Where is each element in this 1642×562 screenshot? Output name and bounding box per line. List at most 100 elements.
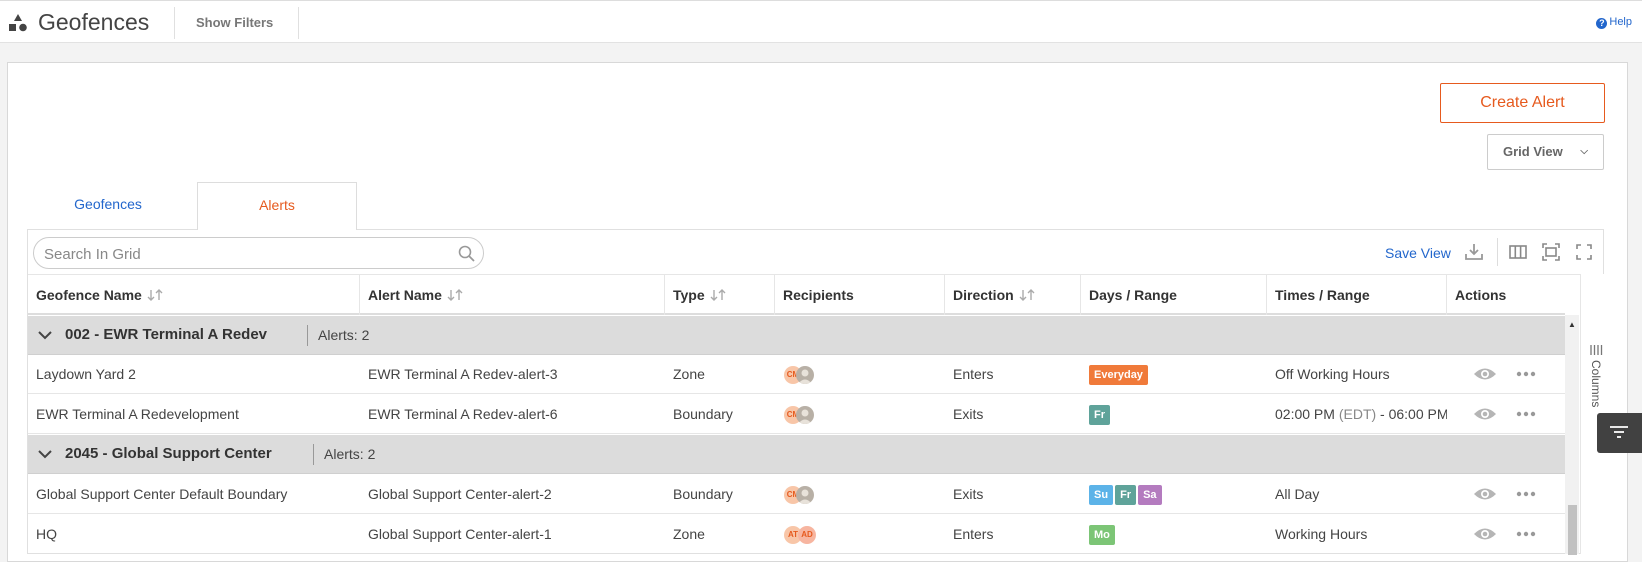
chevron-down-icon[interactable] xyxy=(37,327,53,343)
avatar-photo[interactable] xyxy=(796,486,814,504)
day-badge: Sa xyxy=(1138,485,1162,506)
col-direction[interactable]: Direction xyxy=(945,275,1081,315)
group-name: 002 - EWR Terminal A Redev xyxy=(65,326,268,343)
columns-label: Columns xyxy=(1589,360,1603,408)
cell-recipients: CM xyxy=(775,395,945,434)
divider xyxy=(307,325,308,346)
cell-alert: Global Support Center-alert-1 xyxy=(368,526,552,542)
more-options-icon[interactable] xyxy=(1514,365,1538,383)
time-range: Off Working Hours xyxy=(1275,366,1390,382)
time-end: - 06:00 PM xyxy=(1376,406,1447,422)
alerts-grid: Save View Geofence Name Alert Name Type … xyxy=(27,229,1604,554)
fullscreen-icon[interactable] xyxy=(1574,242,1594,262)
search-input[interactable] xyxy=(44,244,444,264)
more-options-icon[interactable] xyxy=(1514,525,1538,543)
grid-search[interactable] xyxy=(33,237,484,269)
tab-geofences[interactable]: Geofences xyxy=(28,182,188,230)
divider xyxy=(174,7,175,39)
download-icon[interactable] xyxy=(1464,242,1484,262)
cell-direction: Exits xyxy=(953,486,984,502)
time-range: All Day xyxy=(1275,486,1320,502)
cell-geofence: Global Support Center Default Boundary xyxy=(36,486,288,502)
avatar[interactable]: AD xyxy=(798,526,816,544)
col-label: Alert Name xyxy=(368,287,442,303)
chevron-down-icon[interactable] xyxy=(37,446,53,462)
col-label: Actions xyxy=(1455,287,1507,303)
view-icon[interactable] xyxy=(1473,365,1497,383)
fit-screen-icon[interactable] xyxy=(1541,242,1561,262)
cell-type: Boundary xyxy=(673,406,733,422)
cell-direction: Enters xyxy=(953,366,994,382)
more-options-icon[interactable] xyxy=(1514,485,1538,503)
col-label: Direction xyxy=(953,287,1014,303)
save-view-link[interactable]: Save View xyxy=(1385,245,1451,261)
cell-times: Off Working Hours xyxy=(1267,355,1447,394)
group-count: Alerts: 2 xyxy=(324,446,376,462)
filter-icon xyxy=(1610,426,1628,438)
col-times-range: Times / Range xyxy=(1267,275,1447,315)
grid-header: Geofence Name Alert Name Type Recipients… xyxy=(28,275,1565,315)
vertical-scrollbar[interactable]: ▲ xyxy=(1565,315,1579,555)
col-recipients: Recipients xyxy=(775,275,945,315)
columns-layout-icon[interactable] xyxy=(1508,242,1528,262)
view-icon[interactable] xyxy=(1473,485,1497,503)
group-name: 2045 - Global Support Center xyxy=(65,445,272,462)
group-row[interactable]: 2045 - Global Support Center Alerts: 2 xyxy=(28,435,1565,474)
help-label: Help xyxy=(1609,16,1632,28)
sort-icon[interactable] xyxy=(709,288,727,302)
grid-view-dropdown[interactable]: Grid View ⌵ xyxy=(1487,134,1604,170)
col-days-range: Days / Range xyxy=(1081,275,1267,315)
scrollbar-thumb[interactable] xyxy=(1568,505,1577,555)
avatar-photo[interactable] xyxy=(796,366,814,384)
toolbar-divider xyxy=(1497,238,1498,266)
create-alert-button[interactable]: Create Alert xyxy=(1440,83,1605,123)
cell-type: Zone xyxy=(673,366,705,382)
columns-icon xyxy=(1590,345,1603,355)
page-title: Geofences xyxy=(38,9,150,35)
col-label: Days / Range xyxy=(1089,287,1177,303)
more-options-icon[interactable] xyxy=(1514,405,1538,423)
col-label: Times / Range xyxy=(1275,287,1370,303)
chevron-down-icon: ⌵ xyxy=(1580,146,1588,157)
cell-times: 02:00 PM (EDT) - 06:00 PM xyxy=(1267,395,1447,434)
cell-recipients: CM xyxy=(775,355,945,394)
col-geofence-name[interactable]: Geofence Name xyxy=(28,275,360,315)
cell-days: Fr xyxy=(1081,395,1267,434)
day-badge: Mo xyxy=(1089,525,1115,546)
cell-alert: Global Support Center-alert-2 xyxy=(368,486,552,502)
tab-alerts[interactable]: Alerts xyxy=(197,182,357,230)
sort-icon[interactable] xyxy=(146,288,164,302)
cell-days: Su Fr Sa xyxy=(1081,475,1267,514)
day-badge: Everyday xyxy=(1089,365,1148,386)
cell-type: Boundary xyxy=(673,486,733,502)
grid-toolbar: Save View xyxy=(28,230,1603,275)
top-bar: Geofences Show Filters ? Help xyxy=(0,0,1642,43)
divider xyxy=(298,7,299,39)
filter-button[interactable] xyxy=(1597,413,1642,453)
col-alert-name[interactable]: Alert Name xyxy=(360,275,665,315)
cell-recipients: AT AD xyxy=(775,515,945,553)
scroll-up-arrow[interactable]: ▲ xyxy=(1568,320,1576,329)
col-label: Geofence Name xyxy=(36,287,142,303)
day-badge: Fr xyxy=(1089,405,1110,426)
cell-alert: EWR Terminal A Redev-alert-6 xyxy=(368,406,558,422)
table-row[interactable]: Laydown Yard 2 EWR Terminal A Redev-aler… xyxy=(28,355,1565,394)
sort-icon[interactable] xyxy=(1018,288,1036,302)
help-link[interactable]: ? Help xyxy=(1596,16,1632,29)
group-row[interactable]: 002 - EWR Terminal A Redev Alerts: 2 xyxy=(28,316,1565,355)
table-row[interactable]: HQ Global Support Center-alert-1 Zone AT… xyxy=(28,515,1565,553)
day-badge: Su xyxy=(1089,485,1114,506)
col-type[interactable]: Type xyxy=(665,275,775,315)
table-row[interactable]: EWR Terminal A Redevelopment EWR Termina… xyxy=(28,395,1565,434)
time-start: 02:00 PM xyxy=(1275,406,1339,422)
col-label: Type xyxy=(673,287,705,303)
show-filters-button[interactable]: Show Filters xyxy=(196,15,273,30)
view-icon[interactable] xyxy=(1473,405,1497,423)
avatar-photo[interactable] xyxy=(796,406,814,424)
cell-direction: Exits xyxy=(953,406,984,422)
sort-icon[interactable] xyxy=(446,288,464,302)
view-icon[interactable] xyxy=(1473,525,1497,543)
cell-type: Zone xyxy=(673,526,705,542)
cell-days: Everyday xyxy=(1081,355,1267,394)
table-row[interactable]: Global Support Center Default Boundary G… xyxy=(28,475,1565,514)
